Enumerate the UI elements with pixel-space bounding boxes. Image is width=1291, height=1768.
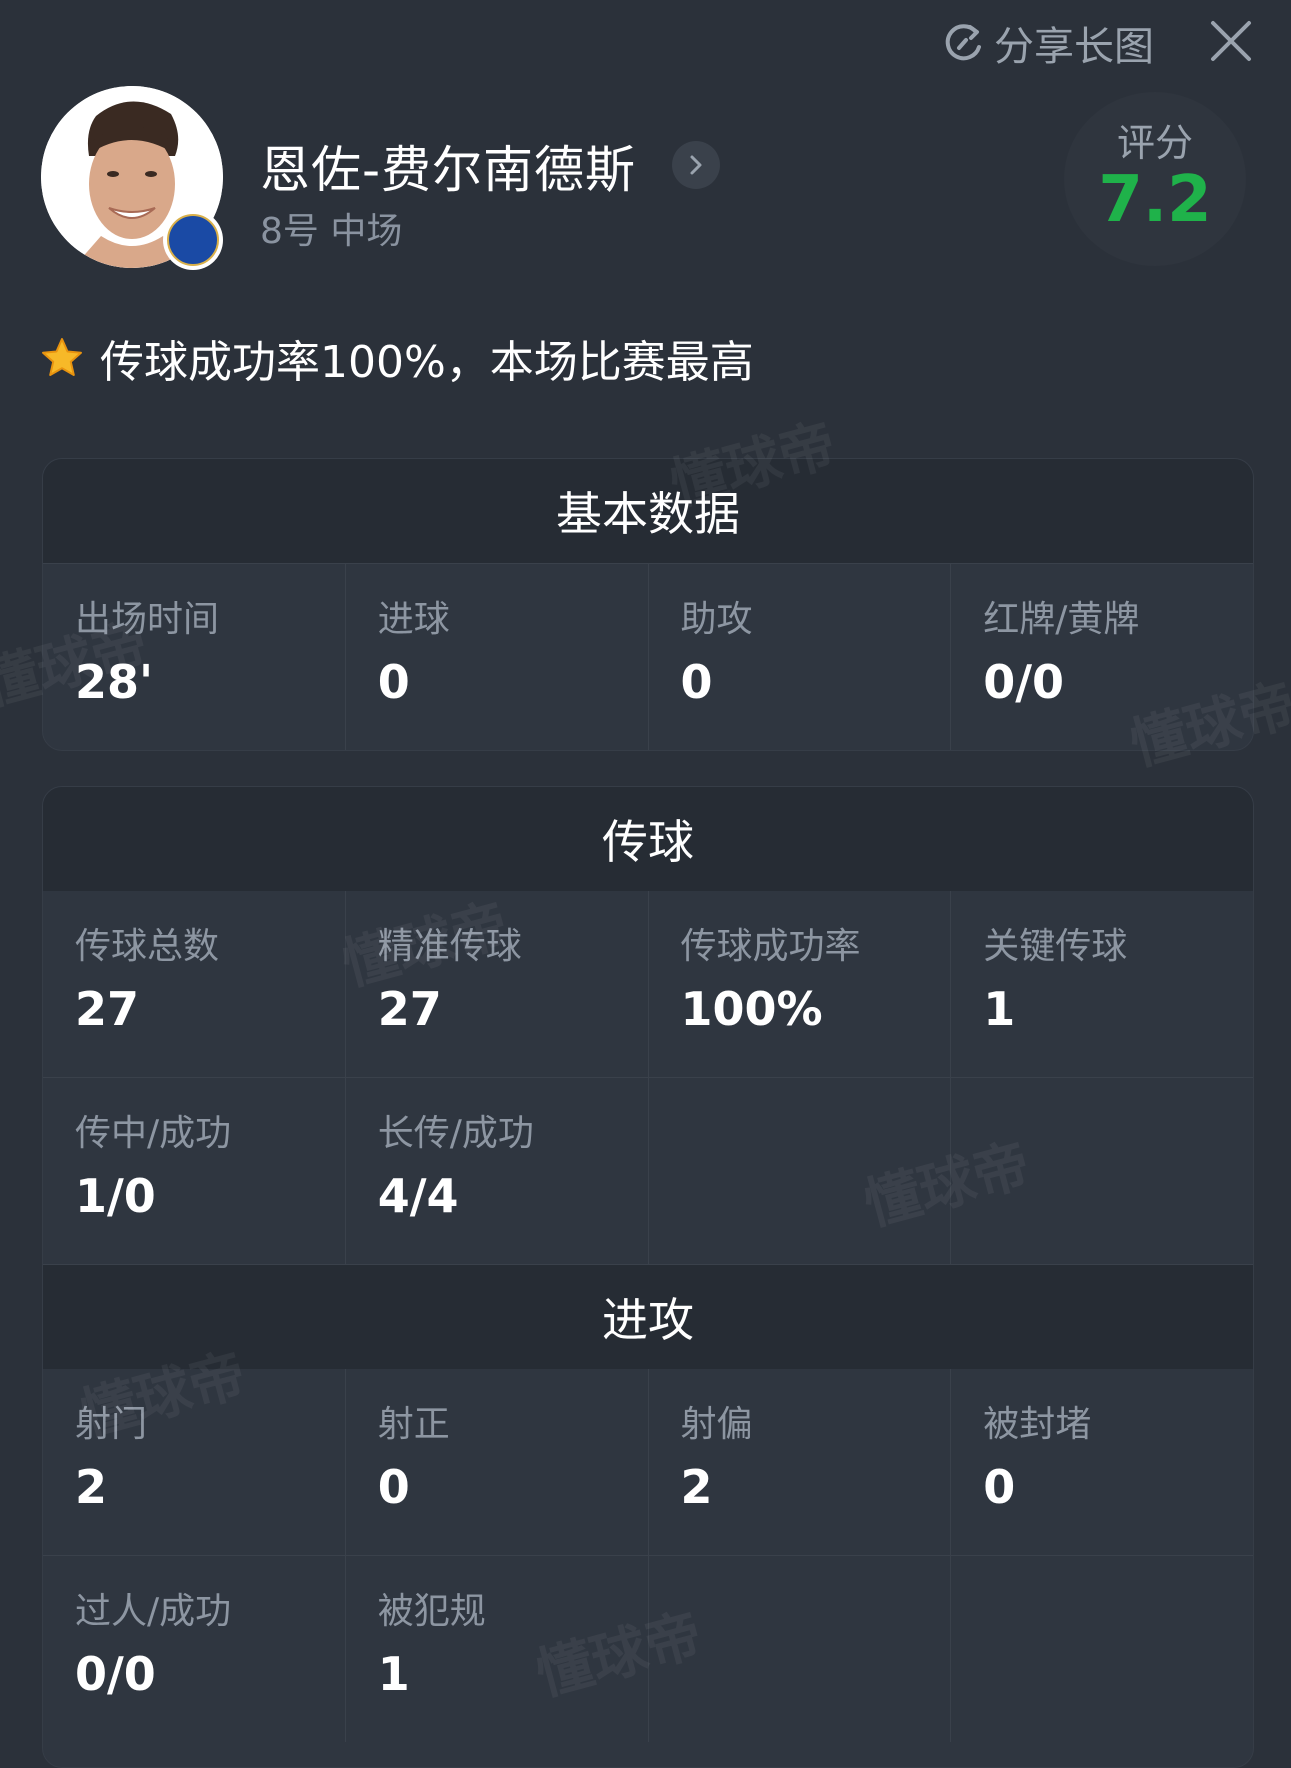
stat-cell: 射偏 2 [647, 1369, 951, 1555]
highlight-banner: 传球成功率100%，本场比赛最高 [40, 328, 754, 388]
close-button[interactable] [1206, 16, 1256, 66]
stat-cell-empty [950, 1078, 1253, 1264]
stat-value: 0/0 [75, 1647, 156, 1701]
attack-section-title: 进攻 [43, 1264, 1253, 1369]
rating-badge: 评分 7.2 [1064, 92, 1246, 266]
stats-row: 出场时间 28' 进球 0 助攻 0 红牌/黄牌 0/0 [43, 563, 1253, 750]
stat-value: 0 [377, 655, 410, 709]
stat-label: 射门 [75, 1404, 148, 1445]
stat-label: 射正 [377, 1404, 450, 1445]
stat-value: 0 [377, 1460, 410, 1514]
stat-value: 28' [75, 655, 154, 709]
stat-cell-empty [647, 1078, 951, 1264]
stat-cell: 传球成功率 100% [647, 891, 951, 1077]
stat-value: 27 [75, 982, 140, 1036]
stat-value: 1/0 [75, 1169, 156, 1223]
stat-value: 1 [983, 982, 1016, 1036]
stats-row: 传球总数 27 精准传球 27 传球成功率 100% 关键传球 1 [43, 891, 1253, 1077]
player-name[interactable]: 恩佐-费尔南德斯 [260, 130, 636, 202]
stat-label: 射偏 [680, 1404, 753, 1445]
stat-cell: 出场时间 28' [43, 564, 345, 750]
stat-label: 红牌/黄牌 [983, 599, 1140, 640]
basic-stats-card: 基本数据 出场时间 28' 进球 0 助攻 0 红牌/黄牌 0/0 [42, 458, 1254, 751]
passing-attack-card: 传球 传球总数 27 精准传球 27 传球成功率 100% 关键传球 1 传中/成功 1/… [42, 786, 1254, 1768]
share-long-image-button[interactable]: 分享长图 [940, 18, 1154, 70]
passing-section-title: 传球 [43, 787, 1253, 891]
stat-cell: 进球 0 [344, 564, 648, 750]
stat-value: 0/0 [983, 655, 1065, 709]
stat-label: 助攻 [680, 599, 753, 640]
stat-cell: 射门 2 [43, 1369, 345, 1555]
highlight-text: 传球成功率100%，本场比赛最高 [100, 337, 754, 388]
stats-row: 过人/成功 0/0 被犯规 1 [43, 1555, 1253, 1742]
stats-row: 传中/成功 1/0 长传/成功 4/4 [43, 1077, 1253, 1264]
stat-cell-empty [647, 1556, 951, 1742]
chevron-right-icon [690, 155, 702, 175]
stat-label: 精准传球 [377, 926, 522, 967]
stat-value: 0 [680, 655, 713, 709]
share-label: 分享长图 [994, 24, 1154, 70]
stat-cell: 被犯规 1 [344, 1556, 648, 1742]
stat-cell: 传球总数 27 [43, 891, 345, 1077]
stat-label: 传球总数 [75, 926, 220, 967]
stat-value: 2 [680, 1460, 713, 1514]
stat-value: 100% [680, 982, 823, 1036]
stats-row: 射门 2 射正 0 射偏 2 被封堵 0 [43, 1369, 1253, 1555]
stat-cell: 关键传球 1 [950, 891, 1253, 1077]
close-icon [1211, 21, 1251, 61]
stat-cell-empty [950, 1556, 1253, 1742]
stat-cell: 被封堵 0 [950, 1369, 1253, 1555]
stat-label: 传球成功率 [680, 926, 861, 967]
stat-label: 关键传球 [983, 926, 1128, 967]
share-refresh-icon [945, 24, 981, 61]
stat-value: 4/4 [377, 1169, 459, 1223]
stat-cell: 长传/成功 4/4 [344, 1078, 648, 1264]
stat-label: 传中/成功 [75, 1113, 232, 1154]
stat-cell: 红牌/黄牌 0/0 [950, 564, 1253, 750]
rating-label: 评分 [1116, 120, 1193, 165]
stat-label: 过人/成功 [75, 1591, 232, 1632]
stat-value: 1 [377, 1647, 410, 1701]
stat-value: 0 [983, 1460, 1016, 1514]
stat-cell: 传中/成功 1/0 [43, 1078, 345, 1264]
basic-stats-title: 基本数据 [43, 459, 1253, 563]
stat-value: 2 [75, 1460, 108, 1514]
stat-cell: 射正 0 [344, 1369, 648, 1555]
stat-value: 27 [377, 982, 442, 1036]
player-number-position: 8号 中场 [260, 211, 403, 252]
star-icon [42, 338, 82, 376]
stat-label: 被封堵 [983, 1404, 1092, 1445]
stat-cell: 过人/成功 0/0 [43, 1556, 345, 1742]
stat-cell: 助攻 0 [647, 564, 951, 750]
stat-label: 出场时间 [75, 599, 220, 640]
rating-value: 7.2 [1098, 162, 1212, 237]
stat-label: 长传/成功 [377, 1113, 534, 1154]
stat-cell: 精准传球 27 [344, 891, 648, 1077]
player-detail-arrow[interactable] [672, 141, 720, 189]
stat-label: 被犯规 [377, 1591, 486, 1632]
stat-label: 进球 [377, 599, 450, 640]
chelsea-badge-icon [163, 210, 223, 270]
